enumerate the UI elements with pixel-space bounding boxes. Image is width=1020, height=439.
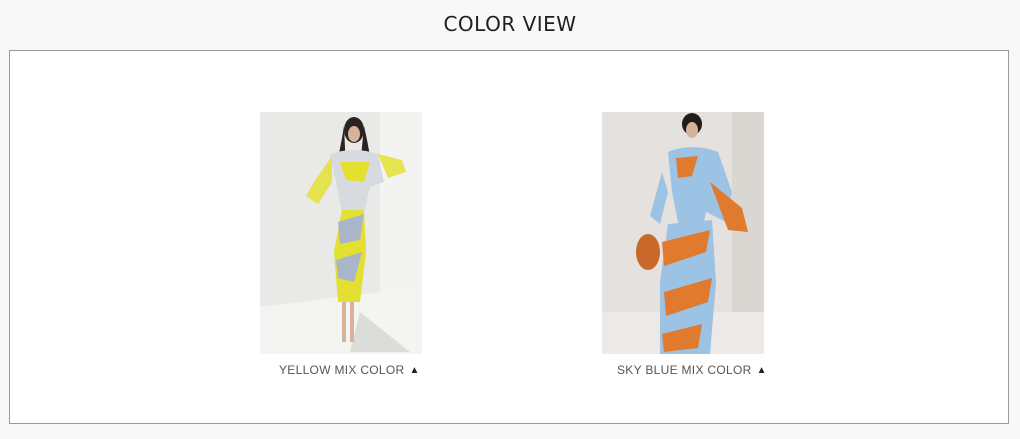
section-title: COLOR VIEW — [443, 12, 577, 36]
triangle-up-icon: ▲ — [409, 364, 420, 376]
color-option-sky-blue[interactable]: SKY BLUE MIX COLOR ▲ — [602, 112, 766, 377]
color-option-yellow[interactable]: YELLOW MIX COLOR ▲ — [260, 112, 422, 377]
color-label-text: SKY BLUE MIX COLOR — [617, 363, 752, 377]
triangle-up-icon: ▲ — [756, 364, 767, 376]
color-view-page: COLOR VIEW YELLOW MIX COLOR ▲ SKY BLUE M… — [0, 0, 1020, 439]
color-label-sky-blue[interactable]: SKY BLUE MIX COLOR ▲ — [617, 363, 767, 377]
color-label-yellow[interactable]: YELLOW MIX COLOR ▲ — [279, 363, 420, 377]
color-label-text: YELLOW MIX COLOR — [279, 363, 405, 377]
color-view-panel: YELLOW MIX COLOR ▲ SKY BLUE MIX COLOR ▲ — [9, 50, 1009, 424]
product-photo-yellow[interactable] — [260, 112, 422, 354]
product-photo-sky-blue[interactable] — [602, 112, 764, 354]
